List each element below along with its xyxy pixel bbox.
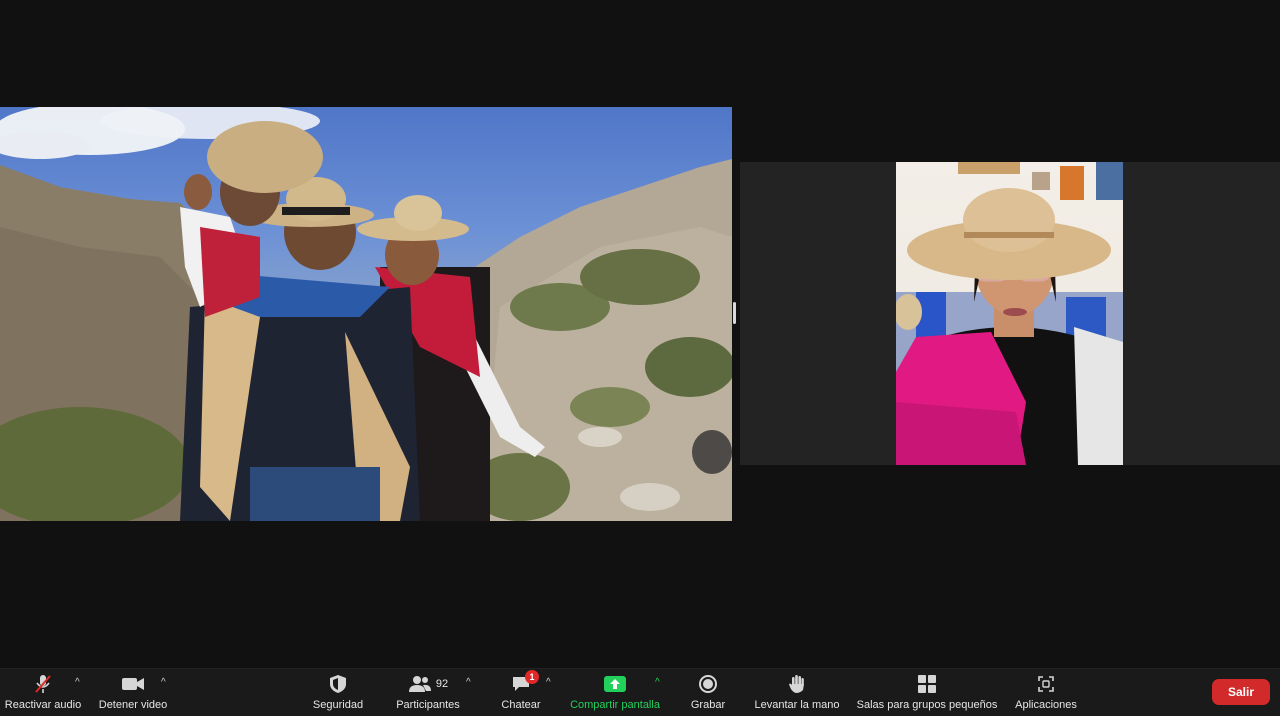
breakout-rooms-icon [917, 669, 937, 699]
view-splitter-handle[interactable] [733, 302, 736, 324]
participant-scene [896, 162, 1123, 465]
chat-bubble-icon: 1 [511, 669, 539, 699]
video-options-caret[interactable]: ^ [161, 677, 166, 688]
share-screen-button[interactable]: Compartir pantalla [566, 669, 664, 716]
security-button[interactable]: Seguridad [310, 669, 366, 716]
chat-label: Chatear [501, 699, 541, 711]
participants-options-caret[interactable]: ^ [466, 677, 471, 688]
participant-camera-feed [896, 162, 1123, 465]
shared-screen-scene [0, 107, 732, 521]
share-options-caret[interactable]: ^ [655, 677, 660, 688]
stop-video-button[interactable]: Detener video [96, 669, 170, 716]
muted-mic-icon [32, 669, 54, 699]
leave-button[interactable]: Salir [1212, 679, 1270, 705]
record-button[interactable]: Grabar [687, 669, 729, 716]
shared-screen-video[interactable] [0, 107, 732, 521]
participants-icon [408, 676, 431, 692]
raise-hand-button[interactable]: Levantar la mano [753, 669, 841, 716]
meeting-toolbar: Reactivar audio ^ Detener video ^ Seguri… [0, 668, 1280, 716]
audio-options-caret[interactable]: ^ [75, 677, 80, 688]
apps-icon [1037, 669, 1055, 699]
share-screen-icon [603, 669, 627, 699]
stop-video-label: Detener video [98, 699, 168, 711]
chat-button[interactable]: 1 Chatear [497, 669, 545, 716]
record-label: Grabar [690, 699, 726, 711]
raise-hand-label: Levantar la mano [754, 699, 840, 711]
participant-video-tile[interactable] [740, 162, 1280, 465]
meeting-stage [0, 0, 1280, 668]
apps-button[interactable]: Aplicaciones [1012, 669, 1080, 716]
breakout-rooms-label: Salas para grupos pequeños [856, 699, 998, 711]
unmute-label: Reactivar audio [4, 699, 82, 711]
security-label: Seguridad [312, 699, 364, 711]
breakout-rooms-button[interactable]: Salas para grupos pequeños [854, 669, 1000, 716]
video-camera-icon [121, 669, 145, 699]
apps-label: Aplicaciones [1015, 699, 1077, 711]
record-icon [698, 669, 718, 699]
unmute-button[interactable]: Reactivar audio [4, 669, 82, 716]
participants-icon-wrap: 92 [408, 669, 448, 699]
chat-unread-badge: 1 [525, 670, 539, 684]
raise-hand-icon [788, 669, 806, 699]
participants-button[interactable]: 92 Participantes [392, 669, 464, 716]
chat-options-caret[interactable]: ^ [546, 677, 551, 688]
shield-icon [329, 669, 347, 699]
share-screen-label: Compartir pantalla [570, 699, 660, 711]
participants-label: Participantes [396, 699, 460, 711]
participants-count: 92 [435, 678, 449, 690]
